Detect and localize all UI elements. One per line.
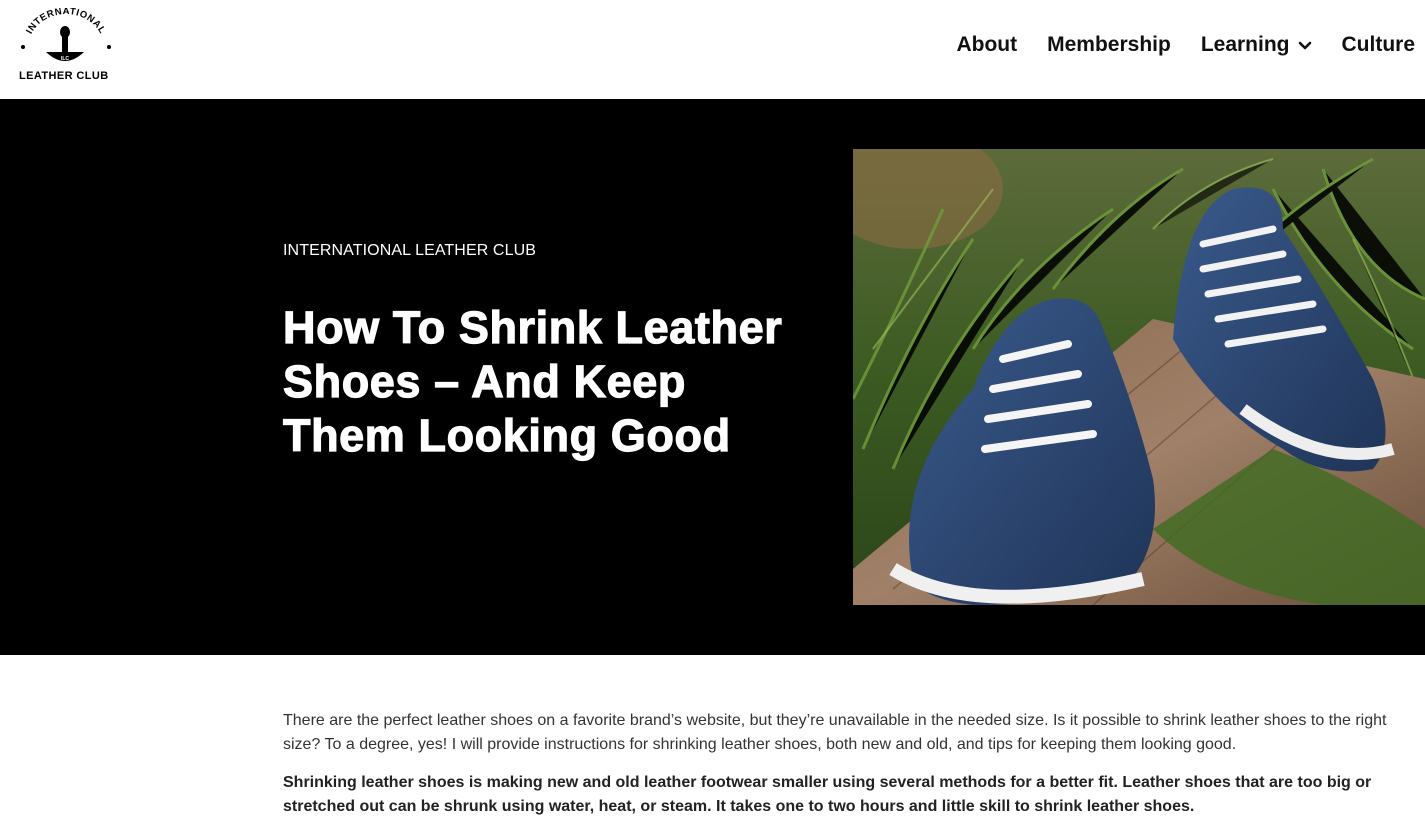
nav-learning-label: Learning — [1200, 33, 1290, 56]
chevron-down-icon[interactable] — [1298, 33, 1312, 57]
hero-section: INTERNATIONAL LEATHER CLUB How To Shrink… — [0, 99, 1425, 655]
site-logo[interactable]: INTERNATIONAL ILC LEATHER CLUB — [14, 8, 118, 88]
nav-about-label: About — [956, 33, 1018, 56]
nav-culture-label: Culture — [1341, 33, 1416, 56]
nav-about[interactable]: About — [956, 33, 1017, 57]
article-summary: Shrinking leather shoes is making new an… — [283, 774, 1372, 815]
hero-eyebrow: INTERNATIONAL LEATHER CLUB — [283, 242, 537, 259]
main-nav: About Membership Learning Culture — [926, 33, 1415, 57]
article-body: There are the perfect leather shoes on a… — [283, 709, 1393, 819]
logo-emblem-icon: INTERNATIONAL ILC — [21, 8, 111, 62]
svg-text:ILC: ILC — [61, 56, 69, 62]
nav-membership[interactable]: Membership — [1047, 33, 1171, 57]
nav-culture[interactable]: Culture — [1342, 33, 1416, 57]
nav-membership-label: Membership — [1047, 33, 1171, 56]
hero-image — [853, 149, 1425, 605]
article-intro: There are the perfect leather shoes on a… — [283, 712, 1387, 753]
logo-text: LEATHER CLUB — [19, 70, 109, 82]
shoes-photo — [853, 149, 1425, 605]
page-title: How To Shrink Leather Shoes – And Keep T… — [282, 301, 783, 461]
nav-learning[interactable]: Learning — [1201, 33, 1312, 57]
site-header: INTERNATIONAL ILC LEATHER CLUB About Mem… — [0, 0, 1425, 99]
